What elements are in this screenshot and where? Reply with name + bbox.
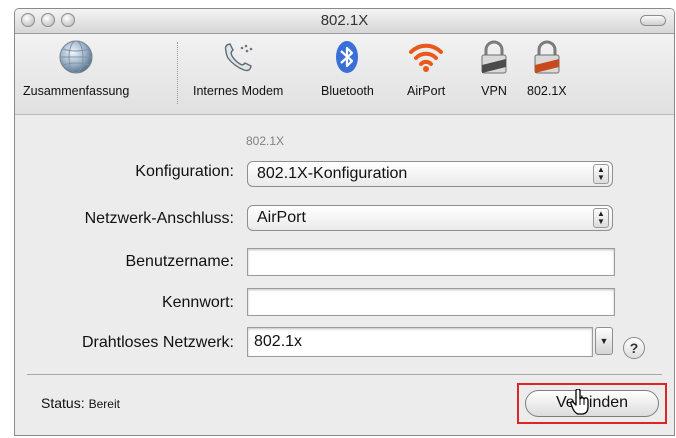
settings-pane: 802.1X Konfiguration: 802.1X-Konfigurati… [15,115,674,435]
tab-802-1x[interactable]: 802.1X [527,38,567,98]
konfiguration-value: 802.1X-Konfiguration [257,165,408,182]
lock-icon [528,38,566,76]
hand-cursor-icon [570,388,590,420]
tab-label: Bluetooth [321,84,374,98]
netzwerk-anschluss-value: AirPort [257,209,306,226]
drahtloses-netzwerk-label: Drahtloses Netzwerk: [81,334,234,351]
tab-bluetooth[interactable]: Bluetooth [321,38,374,98]
tab-label: VPN [481,84,507,98]
tab-label: AirPort [407,84,446,98]
tab-label: 802.1X [527,84,567,98]
toolbar-separator [177,42,178,104]
tab-vpn[interactable]: VPN [475,38,513,98]
bluetooth-icon [328,38,366,76]
tab-internes-modem[interactable]: Internes Modem [193,38,283,98]
status-value: Bereit [88,397,120,411]
popup-arrows-icon: ▲ ▼ [593,164,609,184]
konfiguration-popup[interactable]: 802.1X-Konfiguration ▲ ▼ [247,161,613,187]
tab-zusammenfassung[interactable]: Zusammenfassung [23,38,129,98]
kennwort-label: Kennwort: [161,294,234,311]
toolbar: Zusammenfassung Internes Modem Bluetooth… [15,34,674,115]
connect-button[interactable]: Verbinden [525,390,659,417]
divider [27,374,662,375]
status-label: Status: [41,395,85,411]
lock-icon [475,38,513,76]
airport-icon [407,38,445,76]
benutzername-field[interactable] [247,248,615,276]
tab-label: Zusammenfassung [23,84,130,98]
preferences-window: 802.1X Zusammenfassung Internes Modem Bl… [14,8,675,436]
title-bar: 802.1X [15,9,674,34]
tab-airport[interactable]: AirPort [407,38,445,98]
drahtloses-netzwerk-combo[interactable]: 802.1x [247,327,593,357]
kennwort-field[interactable] [247,288,615,316]
globe-icon [57,38,95,76]
window-title: 802.1X [320,12,369,29]
konfiguration-label: Konfiguration: [135,163,234,180]
netzwerk-anschluss-label: Netzwerk-Anschluss: [84,210,234,227]
toolbar-toggle-button[interactable] [640,15,666,26]
netzwerk-anschluss-popup[interactable]: AirPort ▲ ▼ [247,205,613,231]
phone-icon [219,38,257,76]
tab-label: Internes Modem [193,84,284,98]
help-button[interactable]: ? [623,337,645,359]
status-line: Status: Bereit [41,395,120,411]
benutzername-label: Benutzername: [125,253,234,270]
popup-arrows-icon: ▲ ▼ [593,208,609,228]
connect-highlight: Verbinden [517,383,667,424]
section-label: 802.1X [246,134,285,148]
combo-dropdown-button[interactable]: ▼ [595,327,613,355]
